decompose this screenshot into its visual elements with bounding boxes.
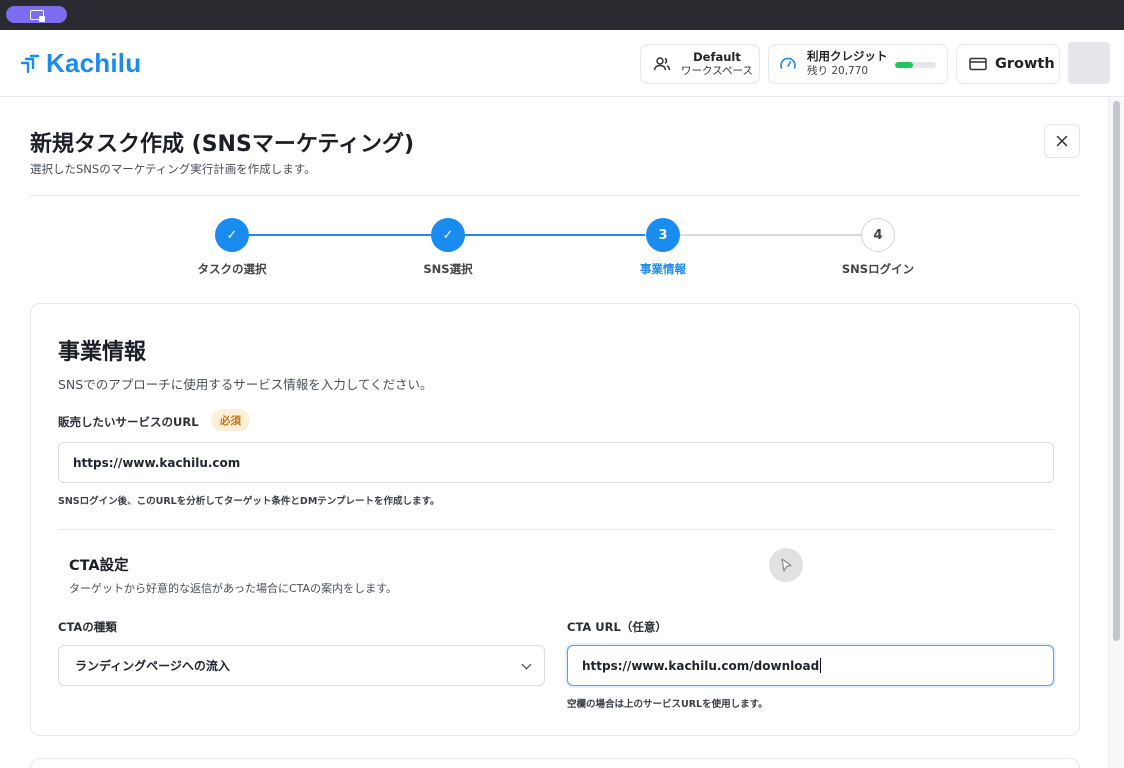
cta-url-value: https://www.kachilu.com/download xyxy=(582,658,820,673)
window-titlebar xyxy=(0,0,1124,30)
plan-label: Growth xyxy=(995,56,1055,72)
cta-description: ターゲットから好意的な返信があった場合にCTAの案内をします。 xyxy=(69,582,397,595)
screen-share-icon xyxy=(29,9,45,22)
card-icon xyxy=(969,57,987,71)
scrollbar-thumb[interactable] xyxy=(1113,101,1120,641)
main-content: 新規タスク作成 (SNSマーケティング) 選択したSNSのマーケティング実行計画… xyxy=(0,98,1108,768)
section-divider xyxy=(58,529,1054,530)
users-icon xyxy=(653,57,671,71)
pointer-icon xyxy=(781,558,792,572)
step-2-label: SNS選択 xyxy=(423,262,473,276)
credits-progress-bar xyxy=(895,62,936,68)
step-4-circle[interactable]: 4 xyxy=(861,218,895,252)
workspace-button[interactable]: Default ワークスペース xyxy=(640,44,760,84)
check-icon: ✓ xyxy=(226,227,238,243)
step-4-label: SNSログイン xyxy=(841,262,915,276)
check-icon: ✓ xyxy=(442,227,454,243)
window-titlebar-corner xyxy=(1100,0,1124,30)
scrollbar[interactable] xyxy=(1108,98,1124,768)
credits-remaining: 残り 20,770 xyxy=(807,65,869,77)
avatar[interactable] xyxy=(1068,42,1110,84)
cta-type-label: CTAの種類 xyxy=(58,620,117,634)
business-info-card: 事業情報 SNSでのアプローチに使用するサービス情報を入力してください。 販売し… xyxy=(30,303,1080,736)
required-badge: 必須 xyxy=(211,409,250,431)
step-2-circle[interactable]: ✓ xyxy=(431,218,465,252)
page-title: 新規タスク作成 (SNSマーケティング) xyxy=(30,132,415,157)
chevron-down-icon xyxy=(521,659,532,670)
stepper: ✓ ✓ 3 4 タスクの選択 SNS選択 事業情報 SNSログイン xyxy=(0,216,1108,286)
app-header: Kachilu Default ワークスペース 利用クレジット 残り 20,77… xyxy=(0,30,1124,97)
close-button[interactable] xyxy=(1044,124,1080,158)
step-connector xyxy=(249,234,431,236)
cta-type-select[interactable]: ランディングページへの流入 xyxy=(58,645,545,686)
credits-button[interactable]: 利用クレジット 残り 20,770 xyxy=(768,44,948,84)
window-badge[interactable] xyxy=(6,6,67,23)
logo-text: Kachilu xyxy=(46,48,142,78)
step-3-label: 事業情報 xyxy=(640,262,686,276)
cta-type-value: ランディングページへの流入 xyxy=(75,659,230,673)
step-number: 4 xyxy=(873,227,883,243)
section-title: 事業情報 xyxy=(58,340,147,365)
step-1-label: タスクの選択 xyxy=(197,262,267,276)
next-card xyxy=(30,758,1080,768)
step-connector xyxy=(680,234,863,236)
title-divider xyxy=(30,195,1080,196)
cta-title: CTA設定 xyxy=(69,558,129,574)
mouse-cursor xyxy=(769,548,803,582)
text-caret xyxy=(820,658,822,673)
section-description: SNSでのアプローチに使用するサービス情報を入力してください。 xyxy=(58,377,433,392)
credits-progress-fill xyxy=(895,62,914,68)
app-window: Kachilu Default ワークスペース 利用クレジット 残り 20,77… xyxy=(0,30,1124,768)
service-url-label: 販売したいサービスのURL xyxy=(58,415,199,429)
cta-url-hint: 空欄の場合は上のサービスURLを使用します。 xyxy=(567,699,768,710)
close-icon xyxy=(1056,135,1068,147)
logo-icon xyxy=(20,54,40,73)
plan-button[interactable]: Growth xyxy=(956,44,1060,84)
step-3-circle[interactable]: 3 xyxy=(646,218,680,252)
workspace-name: Default xyxy=(693,50,741,64)
service-url-hint: SNSログイン後、このURLを分析してターゲット条件とDMテンプレートを作成しま… xyxy=(58,496,440,507)
logo[interactable]: Kachilu xyxy=(20,48,141,79)
cta-url-label: CTA URL（任意） xyxy=(567,620,667,634)
step-1-circle[interactable]: ✓ xyxy=(215,218,249,252)
credits-title: 利用クレジット xyxy=(807,49,888,63)
page-subtitle: 選択したSNSのマーケティング実行計画を作成します。 xyxy=(30,162,316,176)
step-number: 3 xyxy=(658,227,668,243)
gauge-icon xyxy=(780,57,796,69)
cta-url-input[interactable]: https://www.kachilu.com/download xyxy=(567,645,1054,686)
step-connector xyxy=(465,234,645,236)
service-url-input[interactable]: https://www.kachilu.com xyxy=(58,442,1054,483)
workspace-subtitle: ワークスペース xyxy=(681,65,753,77)
